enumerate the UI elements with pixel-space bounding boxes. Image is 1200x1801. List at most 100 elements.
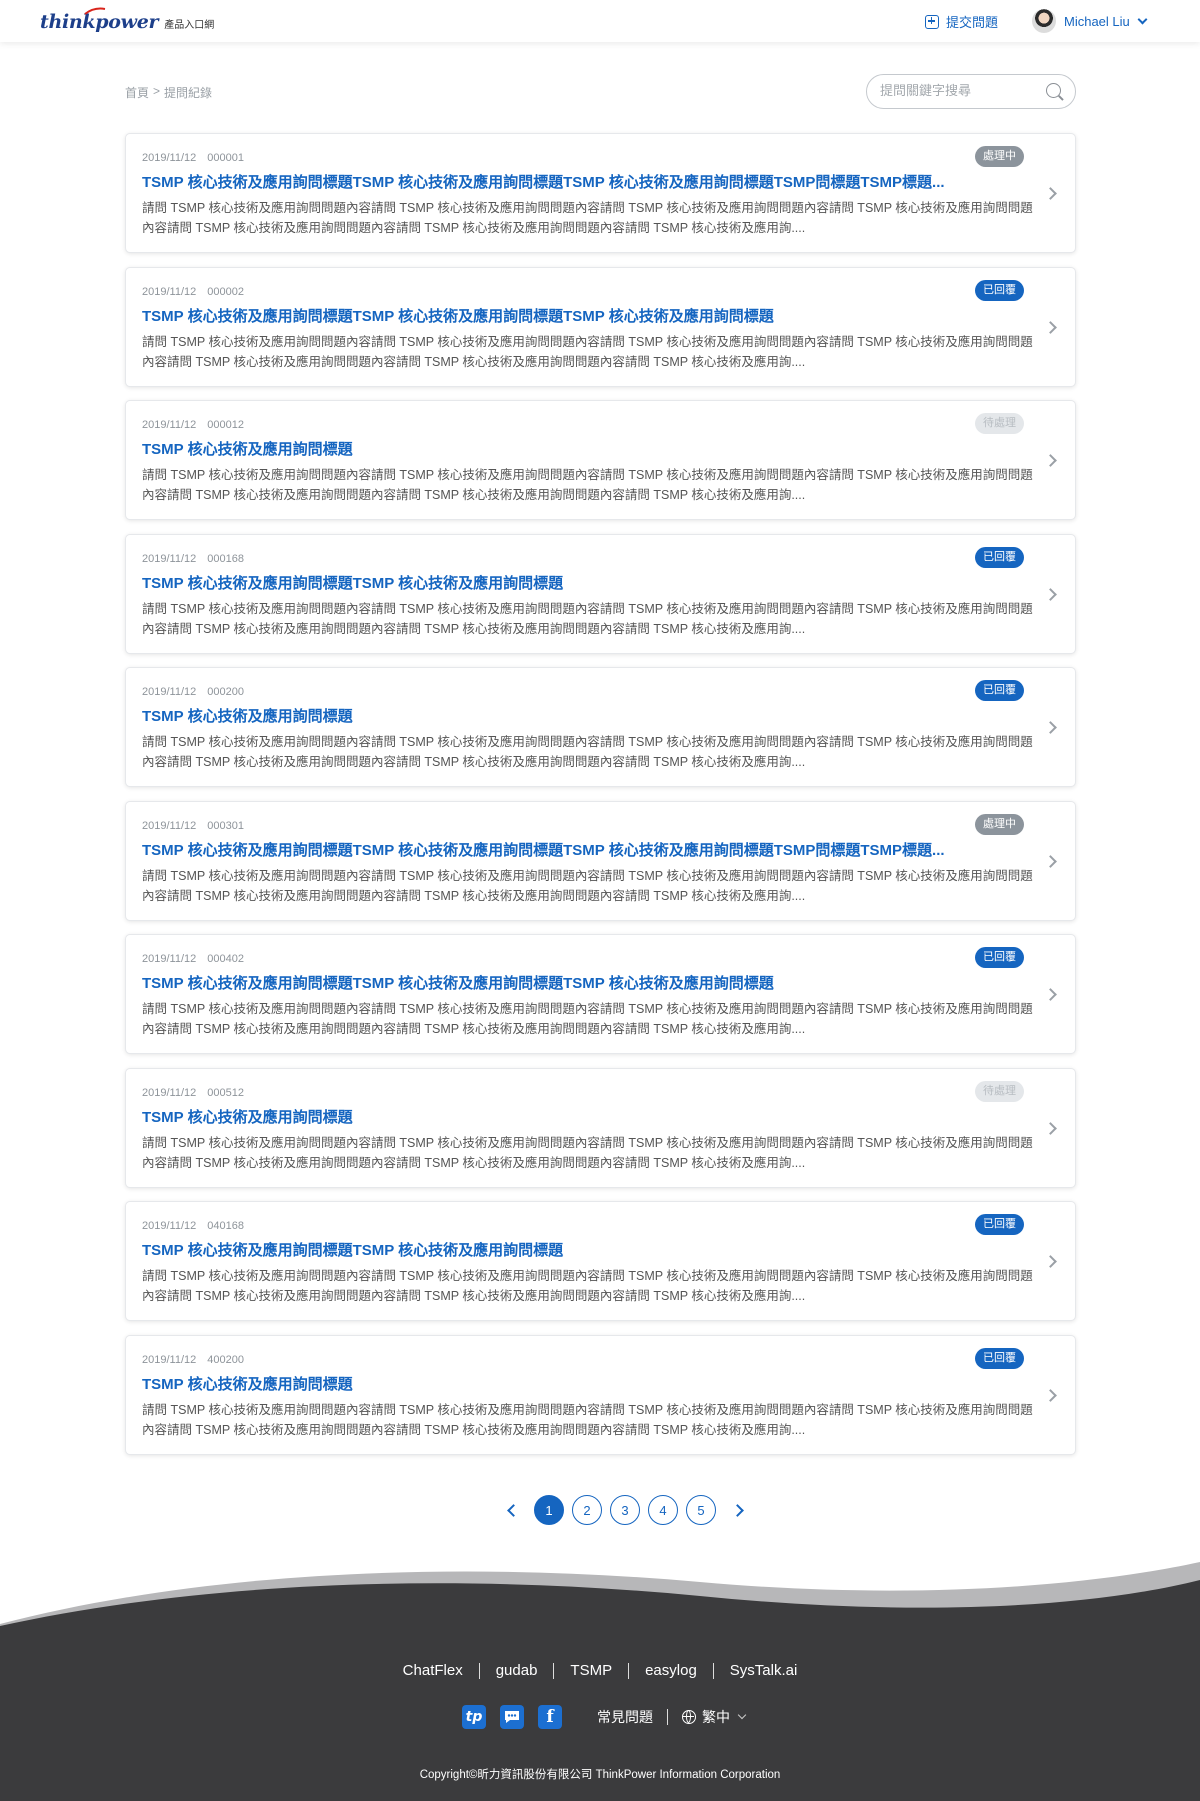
question-title[interactable]: TSMP 核心技術及應用詢問標題TSMP 核心技術及應用詢問標題TSMP 核心技… (142, 839, 962, 860)
status-badge: 已回覆 (975, 1347, 1024, 1369)
chevron-right-icon[interactable] (1044, 1255, 1057, 1268)
faq-link[interactable]: 常見問題 (597, 1707, 653, 1727)
question-card[interactable]: 2019/11/12 000012 待處理 TSMP 核心技術及應用詢問標題 請問 TS… (125, 400, 1076, 520)
question-card[interactable]: 2019/11/12 000002 已回覆 TSMP 核心技術及應用詢問標題TSMP … (125, 266, 1076, 387)
status-badge: 已回覆 (975, 947, 1024, 968)
question-date: 2019/11/12 (142, 819, 197, 832)
status-badge: 處理中 (975, 813, 1024, 835)
prev-page-icon[interactable] (500, 1495, 522, 1525)
status-badge: 已回覆 (975, 680, 1024, 701)
page-numbers: 12345 (530, 1495, 720, 1525)
page-button-3[interactable]: 3 (610, 1495, 640, 1525)
question-body: 請問 TSMP 核心技術及應用詢問問題內容請問 TSMP 核心技術及應用詢問問題… (142, 1402, 1033, 1437)
footer-secondary-row: tp f 常見問題 繁中 (0, 1705, 1200, 1729)
footer-link-tsmp[interactable]: TSMP (570, 1662, 612, 1679)
footer-divider (478, 1662, 480, 1679)
next-page-icon[interactable] (728, 1495, 750, 1525)
question-title[interactable]: TSMP 核心技術及應用詢問標題TSMP 核心技術及應用詢問標題 (142, 572, 962, 593)
question-meta: 2019/11/12 040168 (142, 1220, 244, 1232)
question-meta: 2019/11/12 000512 (142, 1087, 244, 1099)
chevron-right-icon[interactable] (1044, 587, 1057, 601)
question-card[interactable]: 2019/11/12 000402 已回覆 TSMP 核心技術及應用詢問標題TSMP … (125, 934, 1076, 1054)
question-card[interactable]: 2019/11/12 000301 處理中 TSMP 核心技術及應用詢問標題TSMP … (125, 800, 1076, 921)
chevron-right-icon[interactable] (1044, 320, 1057, 334)
question-id: 000001 (207, 152, 244, 164)
question-date: 2019/11/12 (142, 1353, 197, 1366)
question-title[interactable]: TSMP 核心技術及應用詢問標題TSMP 核心技術及應用詢問標題TSMP 核心技… (142, 171, 962, 192)
question-title[interactable]: TSMP 核心技術及應用詢問標題 (142, 438, 962, 459)
tp-icon[interactable]: tp (462, 1705, 486, 1729)
status-badge: 已回覆 (975, 279, 1024, 301)
question-body: 請問 TSMP 核心技術及應用詢問問題內容請問 TSMP 核心技術及應用詢問問題… (142, 468, 1033, 502)
question-meta: 2019/11/12 000301 (142, 820, 244, 832)
user-menu[interactable]: Michael Liu (1032, 9, 1148, 33)
status-badge: 處理中 (975, 146, 1024, 167)
question-meta: 2019/11/12 000002 (142, 286, 244, 298)
question-id: 000301 (207, 819, 244, 832)
logo-swoosh-icon (84, 7, 106, 15)
page-button-2[interactable]: 2 (572, 1495, 602, 1525)
footer-link-gudab[interactable]: gudab (496, 1662, 538, 1679)
logo-subtitle: 產品入口網 (164, 20, 215, 31)
chevron-right-icon[interactable] (1044, 721, 1057, 734)
footer-link-systalk-ai[interactable]: SysTalk.ai (730, 1662, 798, 1679)
question-title[interactable]: TSMP 核心技術及應用詢問標題 (142, 1106, 962, 1127)
question-title[interactable]: TSMP 核心技術及應用詢問標題 (142, 705, 962, 726)
question-title[interactable]: TSMP 核心技術及應用詢問標題 (142, 1373, 962, 1394)
avatar (1032, 9, 1056, 33)
page-button-4[interactable]: 4 (648, 1495, 678, 1525)
submit-question-button[interactable]: 提交問題 (925, 12, 998, 31)
question-meta: 2019/11/12 400200 (142, 1354, 244, 1366)
facebook-icon[interactable]: f (538, 1705, 562, 1729)
question-id: 040168 (207, 1220, 244, 1232)
chevron-right-icon[interactable] (1044, 187, 1057, 200)
site-logo[interactable]: thinkpower 產品入口網 (40, 7, 215, 33)
chevron-right-icon[interactable] (1044, 988, 1057, 1001)
question-date: 2019/11/12 (142, 285, 197, 298)
chevron-right-icon[interactable] (1044, 1121, 1057, 1135)
question-title[interactable]: TSMP 核心技術及應用詢問標題TSMP 核心技術及應用詢問標題TSMP 核心技… (142, 305, 962, 326)
question-date: 2019/11/12 (142, 686, 197, 698)
question-id: 000012 (207, 419, 244, 431)
search-box (866, 74, 1076, 109)
breadcrumb: 首頁 > 提問紀錄 (125, 84, 212, 101)
question-body: 請問 TSMP 核心技術及應用詢問問題內容請問 TSMP 核心技術及應用詢問問題… (142, 601, 1033, 636)
question-body: 請問 TSMP 核心技術及應用詢問問題內容請問 TSMP 核心技術及應用詢問問題… (142, 1135, 1033, 1170)
page-button-5[interactable]: 5 (686, 1495, 716, 1525)
question-card[interactable]: 2019/11/12 400200 已回覆 TSMP 核心技術及應用詢問標題請問 TS… (125, 1334, 1076, 1455)
question-card[interactable]: 2019/11/12 000001 處理中 TSMP 核心技術及應用詢問標題TSMP … (125, 133, 1076, 253)
language-selector[interactable]: 繁中 (682, 1707, 747, 1727)
question-meta: 2019/11/12 000200 (142, 686, 244, 698)
globe-icon (682, 1710, 696, 1724)
question-title[interactable]: TSMP 核心技術及應用詢問標題TSMP 核心技術及應用詢問標題 (142, 1239, 962, 1260)
search-input[interactable] (880, 83, 1040, 98)
footer-divider (553, 1662, 555, 1679)
question-date: 2019/11/12 (142, 1220, 197, 1232)
question-title[interactable]: TSMP 核心技術及應用詢問標題TSMP 核心技術及應用詢問標題TSMP 核心技… (142, 972, 962, 993)
top-header: thinkpower 產品入口網 提交問題 Michael Liu (0, 0, 1200, 42)
footer-divider (628, 1662, 630, 1679)
chevron-right-icon[interactable] (1044, 1388, 1057, 1402)
pagination: 12345 (500, 1495, 750, 1525)
footer-link-chatflex[interactable]: ChatFlex (403, 1662, 463, 1679)
status-badge: 已回覆 (975, 546, 1024, 568)
question-card[interactable]: 2019/11/12 000200 已回覆 TSMP 核心技術及應用詢問標題請問 TS… (125, 667, 1076, 787)
question-meta: 2019/11/12 000012 (142, 419, 244, 431)
breadcrumb-home[interactable]: 首頁 (125, 84, 149, 101)
search-icon[interactable] (1046, 83, 1061, 98)
question-body: 請問 TSMP 核心技術及應用詢問問題內容請問 TSMP 核心技術及應用詢問問題… (142, 868, 1033, 903)
question-card[interactable]: 2019/11/12 040168 已回覆 TSMP 核心技術及應用詢問標題TSMP … (125, 1201, 1076, 1321)
user-name: Michael Liu (1064, 13, 1130, 29)
chevron-right-icon[interactable] (1044, 454, 1057, 467)
chat-icon[interactable] (500, 1705, 524, 1729)
footer-link-easylog[interactable]: easylog (645, 1662, 697, 1679)
question-card[interactable]: 2019/11/12 000512 待處理 TSMP 核心技術及應用詢問標題請問 TS… (125, 1067, 1076, 1188)
question-body: 請問 TSMP 核心技術及應用詢問問題內容請問 TSMP 核心技術及應用詢問問題… (142, 735, 1033, 769)
status-badge: 待處理 (975, 1080, 1024, 1102)
question-id: 000200 (207, 686, 244, 698)
page-button-1[interactable]: 1 (534, 1495, 564, 1525)
chevron-right-icon[interactable] (1044, 854, 1057, 868)
footer-divider (667, 1709, 668, 1725)
question-card[interactable]: 2019/11/12 000168 已回覆 TSMP 核心技術及應用詢問標題TSMP … (125, 533, 1076, 654)
question-date: 2019/11/12 (142, 953, 197, 965)
